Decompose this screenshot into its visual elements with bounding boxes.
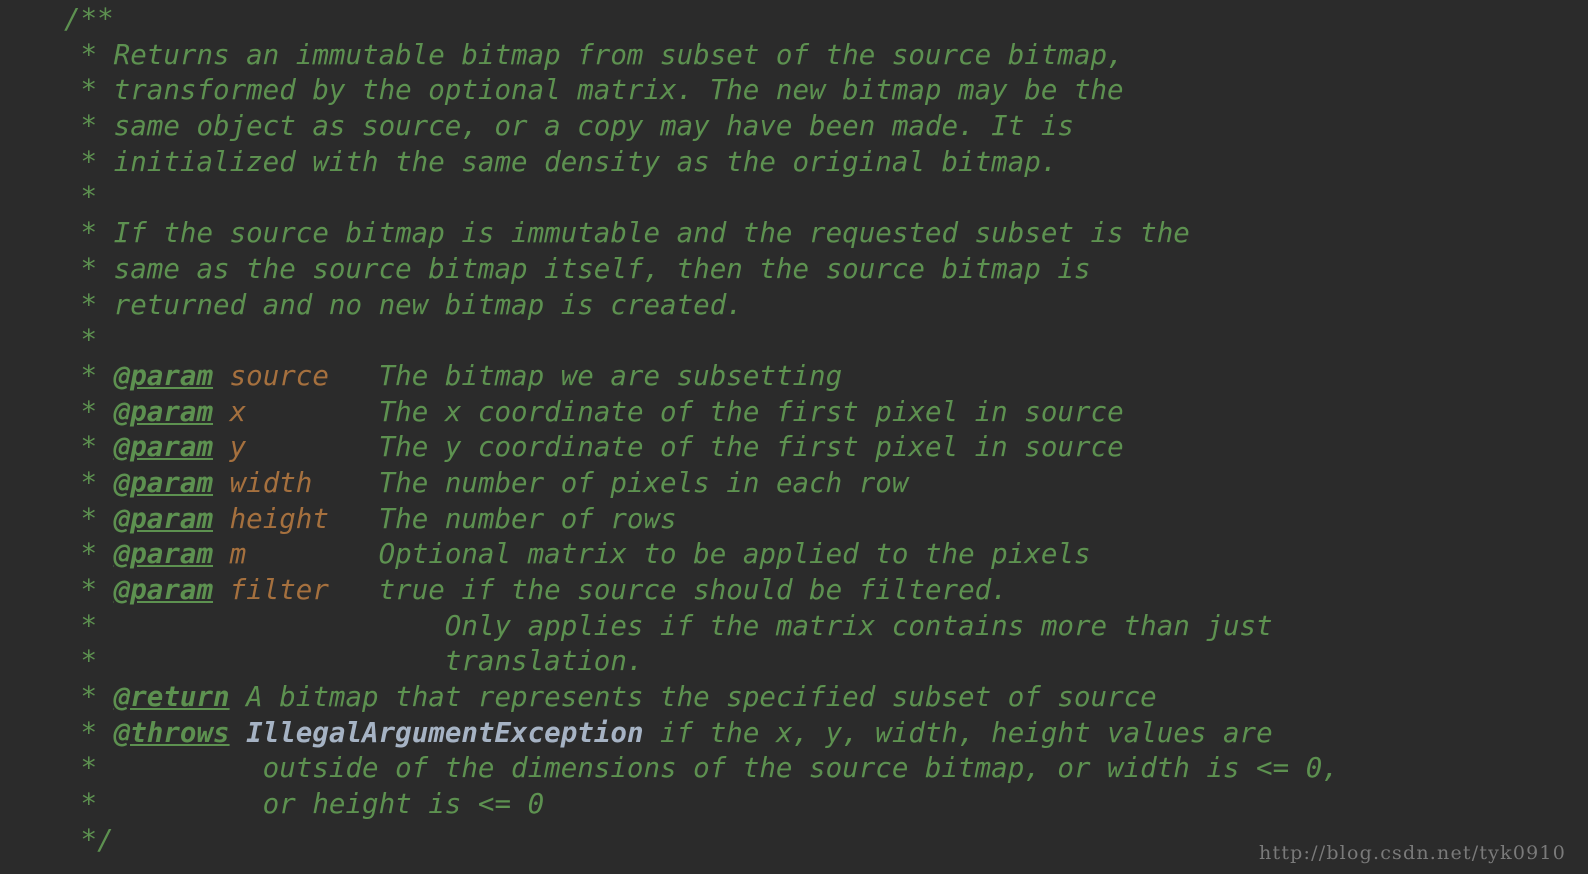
comment-text: * or height is <= 0 (64, 788, 545, 821)
code-line[interactable]: * same as the source bitmap itself, then… (64, 252, 1339, 288)
comment-text: * translation. (64, 645, 644, 678)
code-line[interactable]: * @param x The x coordinate of the first… (64, 395, 1339, 431)
comment-text: * returned and no new bitmap is created. (64, 288, 743, 321)
javadoc-tag-throws: @throws (113, 716, 230, 749)
code-line[interactable]: * @param height The number of rows (64, 502, 1339, 538)
comment-text: * same as the source bitmap itself, then… (64, 252, 1091, 285)
code-editor-surface[interactable]: /** * Returns an immutable bitmap from s… (0, 0, 1588, 874)
watermark-url: http://blog.csdn.net/tyk0910 (1259, 842, 1566, 864)
javadoc-param-name: source (229, 359, 329, 392)
javadoc-param-description: The x coordinate of the first pixel in s… (246, 395, 1124, 428)
code-line[interactable]: * transformed by the optional matrix. Th… (64, 73, 1339, 109)
javadoc-param-name: y (229, 431, 247, 464)
code-line[interactable]: * returned and no new bitmap is created. (64, 288, 1339, 324)
comment-asterisk: * (64, 502, 114, 535)
code-line[interactable]: * (64, 323, 1339, 359)
code-line[interactable]: * same object as source, or a copy may h… (64, 109, 1339, 145)
comment-close-delimiter: */ (64, 823, 114, 856)
comment-asterisk: * (64, 466, 114, 499)
javadoc-param-description: The number of rows (328, 502, 677, 535)
comment-asterisk: * (64, 681, 114, 714)
javadoc-tag-param: @param (113, 395, 214, 428)
comment-open-delimiter: /** (64, 3, 114, 35)
code-line[interactable]: * @param y The y coordinate of the first… (64, 430, 1339, 466)
code-line[interactable]: * @return A bitmap that represents the s… (64, 680, 1339, 716)
comment-text: * same object as source, or a copy may h… (64, 110, 1074, 143)
javadoc-param-description: true if the source should be filtered. (328, 574, 1008, 606)
comment-asterisk: * (64, 431, 114, 464)
javadoc-tag-param: @param (113, 466, 214, 499)
comment-text: * (64, 181, 98, 214)
comment-asterisk: * (64, 574, 114, 606)
code-line[interactable]: * Only applies if the matrix contains mo… (64, 609, 1339, 645)
javadoc-param-name: width (229, 466, 313, 499)
code-line[interactable]: * initialized with the same density as t… (64, 145, 1339, 181)
comment-text: * (64, 324, 98, 357)
comment-text: * initialized with the same density as t… (64, 145, 1058, 178)
javadoc-param-name: m (229, 538, 247, 571)
comment-text: * If the source bitmap is immutable and … (64, 217, 1190, 250)
code-line[interactable]: */ (64, 823, 1339, 859)
comment-asterisk: * (64, 359, 114, 392)
javadoc-tag-param: @param (113, 431, 214, 464)
code-line[interactable]: * (64, 180, 1339, 216)
javadoc-tag-param: @param (113, 574, 214, 606)
javadoc-param-name: height (229, 502, 329, 535)
javadoc-return-description: A bitmap that represents the specified s… (229, 681, 1157, 714)
javadoc-param-description: Optional matrix to be applied to the pix… (246, 538, 1091, 571)
javadoc-tag-param: @param (113, 359, 214, 392)
code-line[interactable]: * translation. (64, 644, 1339, 680)
code-line[interactable]: * @param width The number of pixels in e… (64, 466, 1339, 502)
code-line[interactable]: * If the source bitmap is immutable and … (64, 216, 1339, 252)
javadoc-param-description: The number of pixels in each row (312, 466, 909, 499)
javadoc-tag-param: @param (113, 538, 214, 571)
comment-asterisk: * (64, 716, 114, 749)
code-line[interactable]: * Returns an immutable bitmap from subse… (64, 38, 1339, 74)
code-line[interactable]: * @param filter true if the source shoul… (64, 573, 1339, 609)
javadoc-tag-param: @param (113, 502, 214, 535)
javadoc-throws-description: if the x, y, width, height values are (643, 716, 1273, 749)
code-line[interactable]: * or height is <= 0 (64, 787, 1339, 823)
comment-text: * Only applies if the matrix contains mo… (64, 609, 1273, 642)
code-line[interactable]: * @throws IllegalArgumentException if th… (64, 716, 1339, 752)
code-line[interactable]: * outside of the dimensions of the sourc… (64, 751, 1339, 787)
comment-text: * outside of the dimensions of the sourc… (64, 752, 1339, 785)
javadoc-param-name: x (229, 395, 247, 428)
javadoc-param-name: filter (229, 574, 329, 606)
code-line[interactable]: * @param m Optional matrix to be applied… (64, 537, 1339, 573)
code-line[interactable]: /** (64, 2, 1339, 38)
javadoc-param-description: The y coordinate of the first pixel in s… (246, 431, 1124, 464)
comment-asterisk: * (64, 538, 114, 571)
javadoc-param-description: The bitmap we are subsetting (328, 359, 843, 392)
comment-text: * Returns an immutable bitmap from subse… (64, 38, 1124, 71)
comment-text: * transformed by the optional matrix. Th… (64, 74, 1124, 107)
javadoc-tag-return: @return (113, 681, 230, 714)
javadoc-exception-type: IllegalArgumentException (246, 716, 644, 749)
comment-asterisk: * (64, 395, 114, 428)
code-line[interactable]: * @param source The bitmap we are subset… (64, 359, 1339, 395)
javadoc-comment-block[interactable]: /** * Returns an immutable bitmap from s… (64, 2, 1339, 859)
